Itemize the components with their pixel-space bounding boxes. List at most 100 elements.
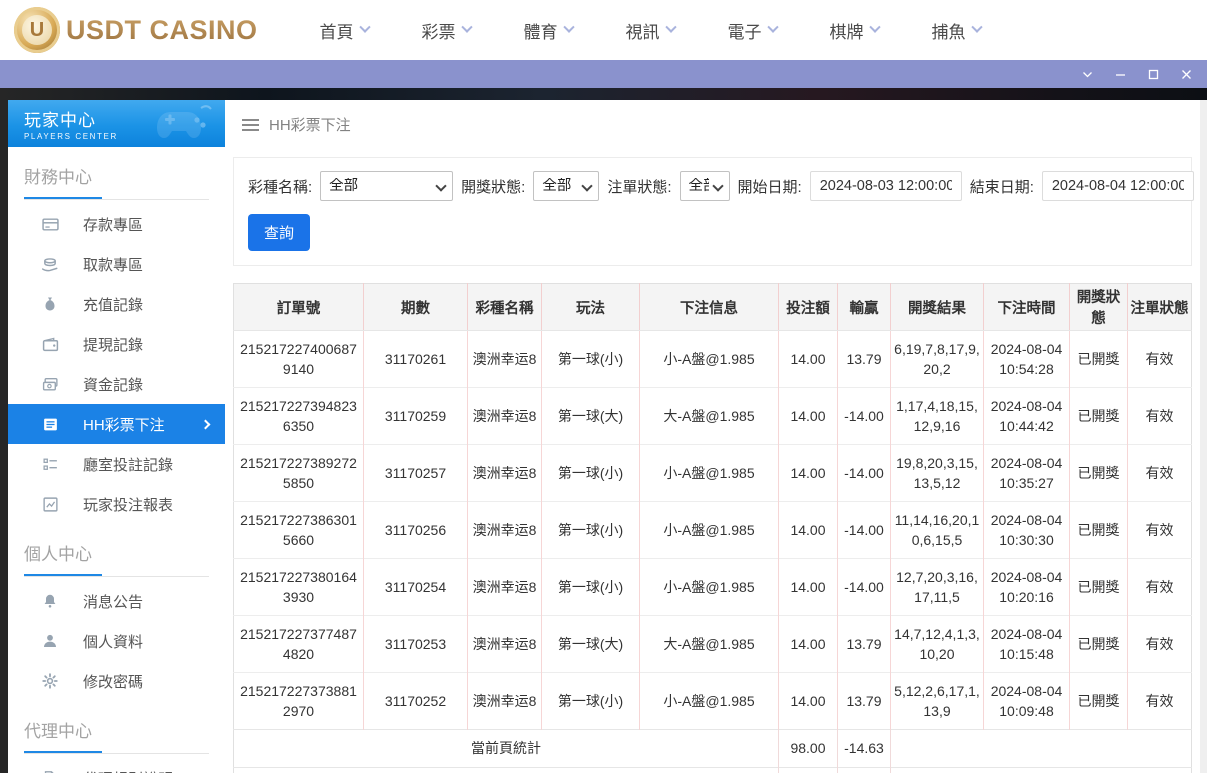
sidebar-section-heading: 財務中心 — [24, 168, 92, 187]
sidebar-item-存款專區[interactable]: 存款專區 — [8, 204, 225, 244]
table-cell: 31170261 — [363, 330, 468, 388]
sidebar-item-label: 提現記錄 — [83, 336, 144, 354]
table-cell: 13.79 — [837, 330, 891, 388]
nav-item-1[interactable]: 彩票 — [421, 18, 473, 43]
sidebar-item-廳室投註記錄[interactable]: 廳室投註記錄 — [8, 444, 225, 484]
section-divider — [24, 197, 209, 200]
summary-label: 當前頁統計 — [233, 729, 779, 768]
app-window: 玩家中心 PLAYERS CENTER 財務中心 存款專區 取款專區 充值記錄 提現記錄… — [0, 88, 1207, 773]
chevron-down-icon — [562, 21, 575, 33]
sidebar-item-玩家投注報表[interactable]: 玩家投注報表 — [8, 484, 225, 524]
nav-item-label: 彩票 — [421, 22, 456, 42]
sidebar-section-heading: 代理中心 — [24, 722, 92, 741]
summary-label: 總統計 — [233, 767, 779, 773]
nav-item-label: 捕魚 — [931, 22, 966, 42]
table-cell: 已開獎 — [1069, 444, 1128, 502]
menu-toggle-icon[interactable] — [242, 118, 259, 131]
column-header: 輸贏 — [837, 283, 891, 331]
minimize-icon[interactable] — [1114, 68, 1127, 81]
table-cell: 2024-08-04 10:30:30 — [983, 501, 1070, 559]
order-status-select[interactable]: 全部 — [679, 171, 730, 201]
sidebar-item-label: 消息公告 — [83, 593, 144, 611]
sidebar-item-代理規則說明[interactable]: 代理規則說明 — [8, 758, 225, 773]
table-cell: 小-A盤@1.985 — [639, 444, 779, 502]
table-cell: 2024-08-04 10:09:48 — [983, 672, 1070, 730]
lottery-name-select[interactable]: 全部 — [320, 171, 454, 201]
table-cell: 2152172273863015660 — [233, 501, 364, 559]
maximize-icon[interactable] — [1147, 68, 1160, 81]
brand-logo[interactable]: U USDT CASINO — [14, 7, 258, 53]
table-cell: 有效 — [1127, 672, 1192, 730]
chevron-down-icon — [868, 21, 881, 33]
table-cell: 11,14,16,20,10,6,15,5 — [890, 501, 984, 559]
brand-name: USDT CASINO — [66, 14, 258, 45]
start-date-label: 開始日期: — [737, 178, 802, 196]
table-cell: 第一球(小) — [541, 558, 640, 616]
table-row: 2152172273863015660 31170256 澳洲幸运8 第一球(小) 小-… — [233, 501, 1192, 559]
close-icon[interactable] — [1180, 68, 1193, 81]
sidebar-item-個人資料[interactable]: 個人資料 — [8, 621, 225, 661]
table-cell: 第一球(小) — [541, 672, 640, 730]
summary-bet-total: 98.00 — [778, 767, 838, 773]
sidebar-item-HH彩票下注[interactable]: HH彩票下注 — [8, 404, 225, 444]
sidebar-item-充值記錄[interactable]: 充值記錄 — [8, 284, 225, 324]
sidebar-item-取款專區[interactable]: 取款專區 — [8, 244, 225, 284]
table-cell: 澳洲幸运8 — [467, 615, 542, 673]
table-cell: 有效 — [1127, 330, 1192, 388]
nav-item-4[interactable]: 電子 — [727, 18, 779, 43]
table-cell: 2024-08-04 10:44:42 — [983, 387, 1070, 445]
column-header: 彩種名稱 — [467, 283, 542, 331]
table-cell: 14.00 — [778, 501, 838, 559]
table-cell: 有效 — [1127, 444, 1192, 502]
table-cell: -14.00 — [837, 387, 891, 445]
sidebar-item-修改密碼[interactable]: 修改密碼 — [8, 661, 225, 701]
column-header: 下注時間 — [983, 283, 1070, 331]
table-cell: 2152172273801643930 — [233, 558, 364, 616]
sidebar-item-label: 玩家投注報表 — [83, 496, 174, 514]
sidebar-item-label: 充值記錄 — [83, 296, 144, 314]
start-date-input[interactable] — [809, 171, 962, 201]
table-cell: -14.00 — [837, 501, 891, 559]
table-cell: 14.00 — [778, 672, 838, 730]
nav-item-5[interactable]: 棋牌 — [829, 18, 881, 43]
sidebar-item-資金記錄[interactable]: 資金記錄 — [8, 364, 225, 404]
sidebar-section-heading: 個人中心 — [24, 545, 92, 564]
filter-row: 彩種名稱: 全部 開獎狀態: 全部 注單狀態: 全部 開始日期: 結束日期: — [248, 171, 1194, 201]
table-cell: 有效 — [1127, 558, 1192, 616]
end-date-input[interactable] — [1041, 171, 1194, 201]
search-button[interactable]: 查詢 — [248, 214, 311, 251]
column-header: 投注額 — [778, 283, 838, 331]
draw-status-select[interactable]: 全部 — [533, 171, 600, 201]
nav-item-6[interactable]: 捕魚 — [931, 18, 983, 43]
nav-item-label: 棋牌 — [829, 22, 864, 42]
chevron-down-icon — [358, 21, 371, 33]
sidebar-item-提現記錄[interactable]: 提現記錄 — [8, 324, 225, 364]
table-cell: 2152172273892725850 — [233, 444, 364, 502]
page-title: HH彩票下注 — [269, 117, 351, 134]
table-cell: 第一球(大) — [541, 387, 640, 445]
table-cell: 31170254 — [363, 558, 468, 616]
sidebar-item-消息公告[interactable]: 消息公告 — [8, 581, 225, 621]
table-cell: 大-A盤@1.985 — [639, 615, 779, 673]
moneybag-icon — [41, 295, 59, 313]
table-cell: 31170253 — [363, 615, 468, 673]
breadcrumb: HH彩票下注 — [242, 114, 1207, 135]
table-cell: 已開獎 — [1069, 558, 1128, 616]
table-cell: 13.79 — [837, 615, 891, 673]
table-cell: 2024-08-04 10:20:16 — [983, 558, 1070, 616]
nav-item-3[interactable]: 視訊 — [626, 18, 677, 43]
nav-item-0[interactable]: 首頁 — [320, 18, 371, 43]
table-cell: 第一球(小) — [541, 330, 640, 388]
table-cell: 有效 — [1127, 615, 1192, 673]
table-cell: 2152172274006879140 — [233, 330, 364, 388]
nav-item-label: 電子 — [727, 22, 762, 42]
table-cell: 14.00 — [778, 387, 838, 445]
summary-row: 當前頁統計 98.00 -14.63 — [233, 729, 1192, 768]
summary-winloss-total: -14.63 — [837, 729, 891, 768]
nav-item-2[interactable]: 體育 — [524, 18, 575, 43]
main-content: HH彩票下注 彩種名稱: 全部 開獎狀態: 全部 注單狀態: 全部 開始日期: … — [225, 100, 1207, 773]
funds-icon — [41, 375, 59, 393]
sidebar-item-label: 存款專區 — [83, 216, 144, 234]
chevron-down-icon[interactable] — [1081, 68, 1094, 81]
scrollbar[interactable] — [1200, 100, 1207, 773]
